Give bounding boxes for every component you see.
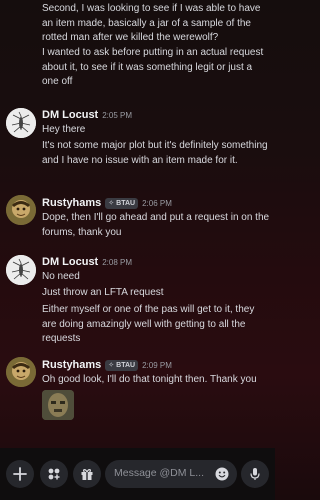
tag-icon: ✧: [108, 200, 115, 207]
mic-icon: [250, 468, 260, 480]
tag-label: BTAU: [116, 361, 136, 369]
character-avatar-icon: [6, 195, 36, 225]
mosquito-avatar-icon: [6, 255, 36, 285]
message-list: Second, I was looking to see if I was ab…: [0, 0, 275, 448]
username[interactable]: Rustyhams: [42, 197, 101, 209]
message-text: It's not some major plot but it's defini…: [42, 140, 268, 166]
timestamp: 2:09 PM: [142, 360, 172, 370]
voice-message-button[interactable]: [241, 460, 269, 488]
avatar[interactable]: [6, 108, 36, 138]
face-sticker-icon: [42, 390, 74, 420]
server-tag[interactable]: ✧ BTAU: [105, 197, 139, 209]
sticker-image[interactable]: [42, 390, 74, 420]
character-avatar-icon: [6, 357, 36, 387]
message-header: Rustyhams ✧ BTAU 2:09 PM: [42, 358, 172, 372]
message-text: Oh good look, I'll do that tonight then.…: [42, 374, 257, 385]
message-text: Just throw an LFTA request: [42, 287, 164, 298]
attach-button[interactable]: [6, 460, 34, 488]
timestamp: 2:08 PM: [102, 257, 133, 267]
gift-icon: [81, 469, 93, 480]
username[interactable]: DM Locust: [42, 109, 98, 121]
tag-icon: ✧: [108, 362, 115, 369]
apps-icon: [48, 468, 60, 480]
server-tag[interactable]: ✧ BTAU: [105, 359, 139, 371]
message-text: Dope, then I'll go ahead and put a reque…: [42, 212, 270, 238]
apps-button[interactable]: [40, 460, 68, 488]
message-text: Either myself or one of the pas will get…: [42, 304, 255, 344]
timestamp: 2:05 PM: [102, 110, 133, 120]
username[interactable]: DM Locust: [42, 256, 98, 268]
emoji-icon[interactable]: [215, 467, 229, 481]
message-text: Hey there: [42, 124, 86, 135]
username[interactable]: Rustyhams: [42, 359, 101, 371]
message-text: No need: [42, 271, 80, 282]
message-input-placeholder: Message @DM L...: [114, 467, 205, 479]
mosquito-avatar-icon: [6, 108, 36, 138]
avatar[interactable]: [6, 357, 36, 387]
message-text: I wanted to ask before putting in an act…: [42, 47, 264, 87]
message-text: Second, I was looking to see if I was ab…: [42, 3, 261, 43]
composer-bar: Message @DM L...: [0, 448, 275, 500]
message-header: Rustyhams ✧ BTAU 2:06 PM: [42, 196, 172, 210]
message-header: DM Locust 2:08 PM: [42, 255, 132, 269]
gift-button[interactable]: [73, 460, 101, 488]
tag-label: BTAU: [116, 199, 136, 207]
avatar[interactable]: [6, 255, 36, 285]
avatar[interactable]: [6, 195, 36, 225]
message-input[interactable]: Message @DM L...: [105, 460, 237, 488]
timestamp: 2:06 PM: [142, 198, 172, 208]
plus-icon: [13, 467, 27, 481]
message-header: DM Locust 2:05 PM: [42, 108, 132, 122]
